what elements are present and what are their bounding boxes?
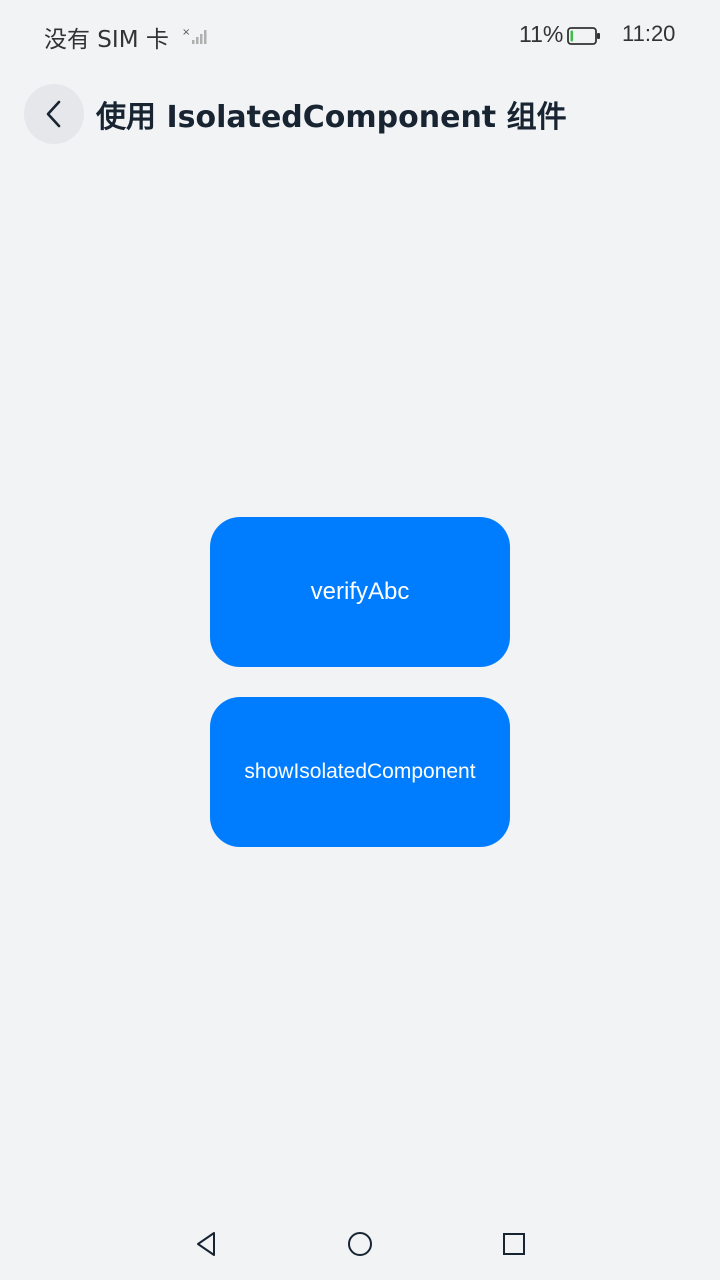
page-title: 使用 IsolatedComponent 组件 bbox=[96, 100, 567, 135]
signal-icon: × bbox=[182, 27, 207, 44]
triangle-back-icon[interactable] bbox=[194, 1230, 220, 1258]
square-recent-icon[interactable] bbox=[500, 1230, 528, 1258]
circle-home-icon[interactable] bbox=[346, 1230, 374, 1258]
verify-abc-button[interactable]: verifyAbc bbox=[210, 517, 510, 667]
navigation-bar bbox=[0, 1210, 720, 1280]
show-isolated-component-button[interactable]: showIsolatedComponent bbox=[210, 697, 510, 847]
back-button[interactable] bbox=[24, 84, 84, 144]
battery-percent: 11% bbox=[519, 21, 564, 47]
svg-text:×: × bbox=[182, 27, 190, 38]
title-bar: 使用 IsolatedComponent 组件 bbox=[0, 80, 720, 148]
battery-icon bbox=[567, 27, 600, 45]
chevron-left-icon bbox=[46, 100, 61, 128]
status-bar: 没有 SIM 卡 × 11% 11:20 bbox=[0, 0, 720, 72]
carrier-label: 没有 SIM 卡 bbox=[44, 27, 169, 53]
clock: 11:20 bbox=[622, 21, 676, 46]
